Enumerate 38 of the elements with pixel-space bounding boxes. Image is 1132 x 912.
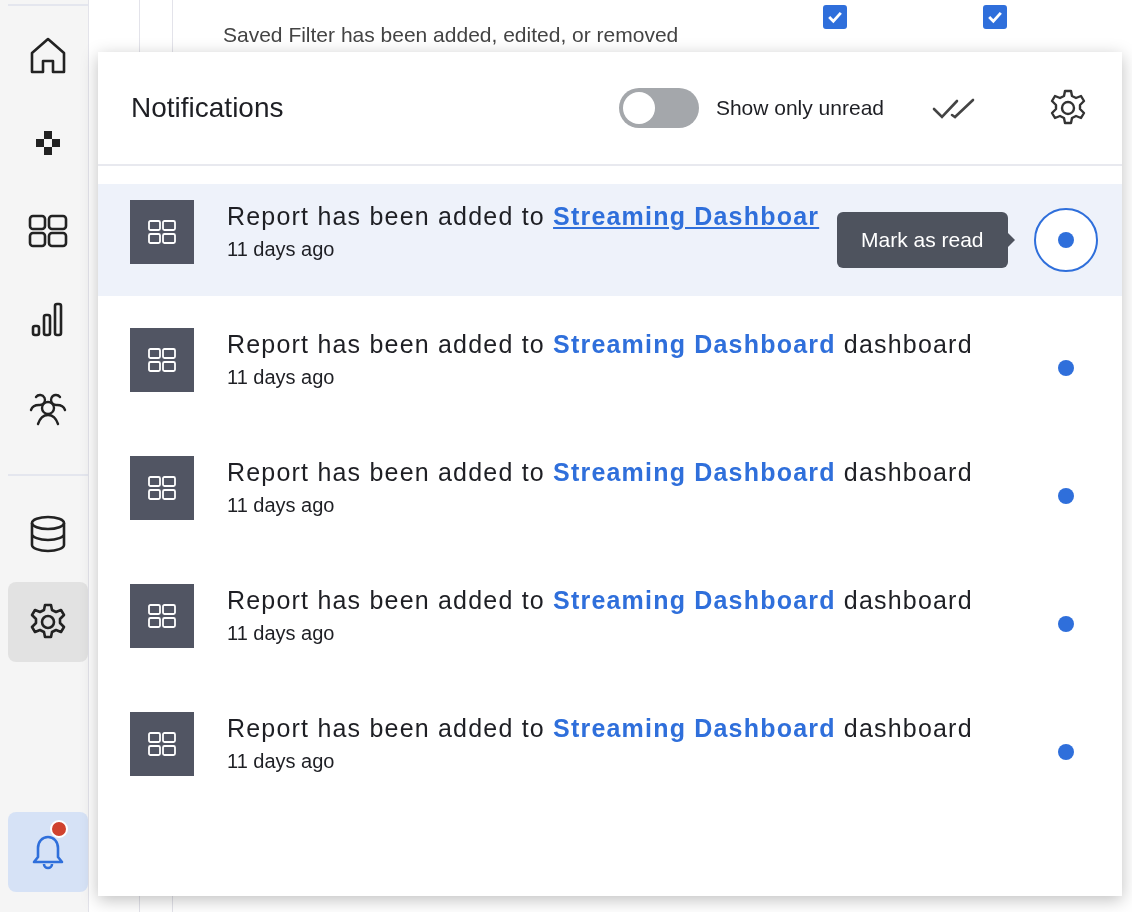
checkbox[interactable]: [823, 5, 847, 29]
dashboard-thumbnail: [130, 712, 194, 776]
unread-dot: [1058, 744, 1074, 760]
dashboard-link[interactable]: Streaming Dashboard: [553, 714, 836, 742]
dashboard-thumbnail: [130, 200, 194, 264]
setting-label: Saved Filter has been added, edited, or removed: [223, 22, 680, 47]
notification-row[interactable]: Report has been added to Streaming Dashboar 11 days ago Mark as read: [98, 184, 1122, 296]
tooltip: Mark as read: [837, 212, 1008, 268]
notification-time: 11 days ago: [227, 494, 335, 517]
database-icon: [28, 514, 68, 554]
notification-time: 11 days ago: [227, 622, 335, 645]
notification-message: Report has been added to Streaming Dashboard dashboard: [227, 585, 973, 616]
notification-time: 11 days ago: [227, 366, 335, 389]
notification-message: Report has been added to Streaming Dashboard dashboard: [227, 713, 973, 744]
unread-dot: [1058, 488, 1074, 504]
unread-dot: [1058, 360, 1074, 376]
tooltip-arrow: [1007, 233, 1015, 247]
dashboard-link[interactable]: Streaming Dashboard: [553, 330, 836, 358]
toggle-label: Show only unread: [715, 96, 884, 120]
home-icon: [28, 36, 68, 76]
checkbox[interactable]: [983, 5, 1007, 29]
toggle-switch[interactable]: [618, 88, 699, 128]
unread-dot: [1058, 616, 1074, 632]
notification-message: Report has been added to Streaming Dashboar: [227, 201, 820, 232]
dashboard-link[interactable]: Streaming Dashboard: [553, 586, 836, 614]
notification-time: 11 days ago: [227, 750, 335, 773]
notification-message: Report has been added to Streaming Dashboard dashboard: [227, 457, 973, 488]
notification-time: 11 days ago: [227, 238, 335, 261]
dashboard-thumbnail: [130, 456, 194, 520]
dashboard-thumbnail: [130, 584, 194, 648]
notification-message: Report has been added to Streaming Dashboard dashboard: [227, 329, 973, 360]
dashboard-link[interactable]: Streaming Dashboard: [553, 458, 836, 486]
dashboard-link[interactable]: Streaming Dashboar: [553, 202, 820, 230]
nav-button[interactable]: [8, 582, 88, 662]
mark-as-read-button[interactable]: [1034, 208, 1098, 272]
panel-title: Notifications: [131, 92, 284, 124]
dashboard-thumbnail: [130, 328, 194, 392]
notifications-button[interactable]: [8, 812, 88, 892]
